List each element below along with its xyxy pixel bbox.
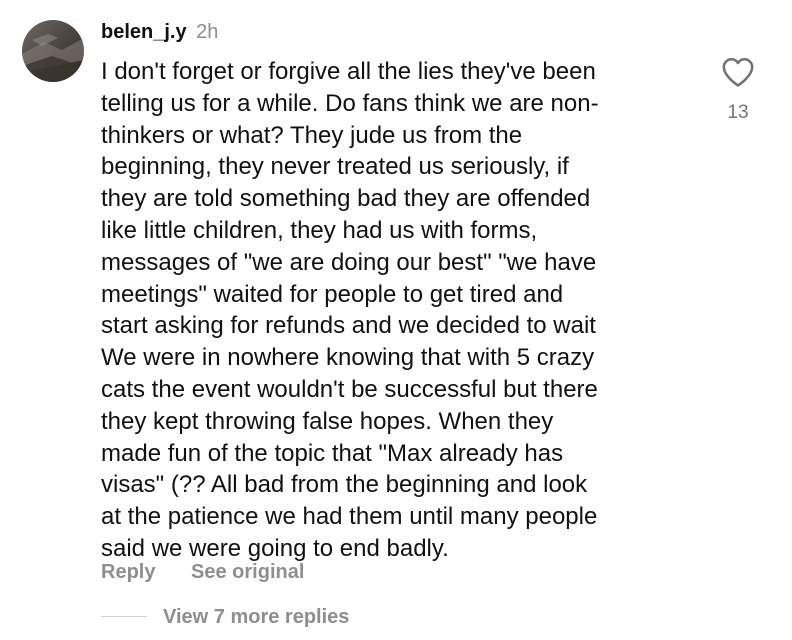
view-replies-button[interactable]: View 7 more replies bbox=[101, 603, 349, 631]
like-count: 13 bbox=[727, 102, 749, 123]
see-original-button[interactable]: See original bbox=[191, 561, 304, 583]
like-button[interactable] bbox=[718, 56, 758, 96]
comment-text: I don't forget or forgive all the lies t… bbox=[101, 58, 599, 562]
view-replies-label: View 7 more replies bbox=[163, 606, 350, 628]
comment: belen_j.y 2h I don't forget or forgive a… bbox=[0, 0, 792, 640]
avatar[interactable] bbox=[22, 20, 84, 82]
heart-outline-icon bbox=[722, 57, 754, 87]
avatar-image bbox=[22, 20, 84, 82]
replies-divider-line bbox=[101, 616, 147, 618]
timestamp: 2h bbox=[196, 21, 219, 43]
username[interactable]: belen_j.y bbox=[101, 21, 187, 43]
reply-button[interactable]: Reply bbox=[101, 561, 155, 583]
comment-header: belen_j.y 2h bbox=[101, 18, 218, 46]
comment-actions: Reply See original bbox=[101, 558, 304, 586]
